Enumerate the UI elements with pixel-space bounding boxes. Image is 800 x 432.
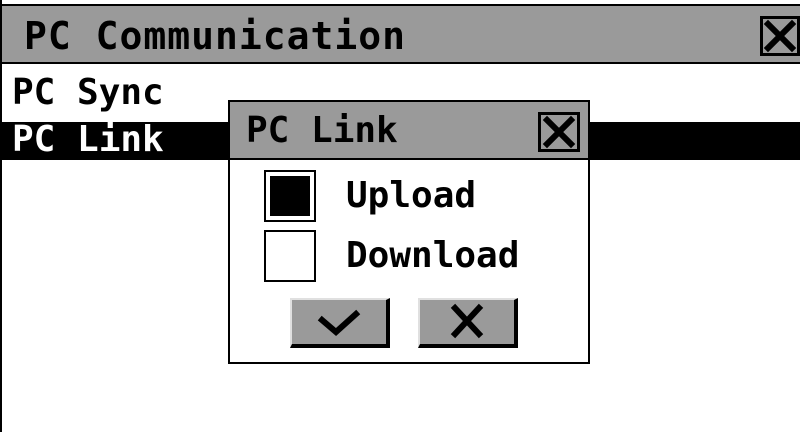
- dialog-close-button[interactable]: [538, 112, 580, 152]
- window-title: PC Communication: [24, 14, 407, 58]
- screen: PC Communication PC Sync PC Link PC Link…: [0, 0, 800, 432]
- close-icon: [763, 19, 797, 53]
- close-icon: [542, 115, 576, 149]
- upload-option[interactable]: Upload: [264, 170, 584, 224]
- upload-label: Upload: [346, 175, 477, 216]
- dialog-titlebar: PC Link: [230, 102, 588, 160]
- download-option[interactable]: Download: [264, 230, 584, 284]
- checkmark-icon: [317, 309, 361, 336]
- window-border: [0, 0, 2, 432]
- checkbox-fill: [270, 176, 310, 216]
- window-close-button[interactable]: [760, 16, 800, 56]
- ok-button[interactable]: [290, 298, 390, 348]
- cancel-button[interactable]: [418, 298, 518, 348]
- upload-checkbox[interactable]: [264, 170, 316, 222]
- pc-link-dialog: PC Link Upload Download: [228, 100, 590, 364]
- download-label: Download: [346, 235, 520, 276]
- close-icon: [450, 303, 484, 339]
- window-titlebar: PC Communication: [0, 4, 800, 64]
- download-checkbox[interactable]: [264, 230, 316, 282]
- dialog-title: PC Link: [246, 110, 398, 151]
